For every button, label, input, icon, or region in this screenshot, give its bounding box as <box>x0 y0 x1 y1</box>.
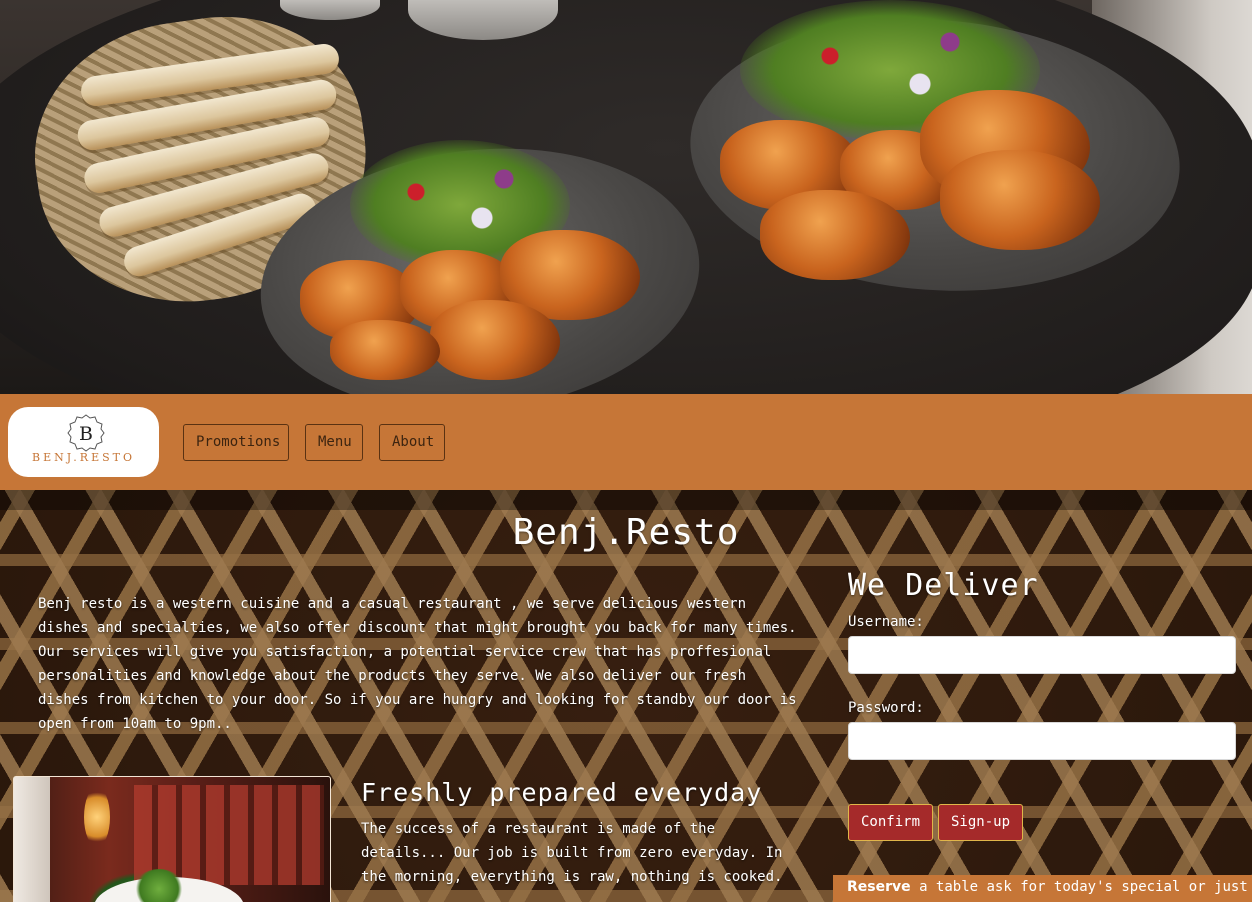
signup-button[interactable]: Sign-up <box>938 804 1024 841</box>
intro-paragraph: Benj resto is a western cuisine and a ca… <box>38 596 797 732</box>
page-title: Benj.Resto <box>512 512 740 553</box>
hero-food-image <box>0 0 1252 394</box>
logo-seal-icon: B <box>67 414 105 452</box>
confirm-button[interactable]: Confirm <box>848 804 934 841</box>
delivery-heading: We Deliver <box>848 568 1039 603</box>
nav-menu-button[interactable]: Menu <box>305 424 363 461</box>
photo-garnish <box>134 869 184 902</box>
photo-lamp <box>84 787 110 847</box>
reserve-text: a table ask for today's special or just <box>910 879 1248 895</box>
fresh-heading: Freshly prepared everyday <box>361 778 763 807</box>
reserve-strong: Reserve <box>847 879 911 895</box>
logo-monogram: B <box>79 423 93 445</box>
username-input[interactable] <box>848 636 1236 674</box>
main-section: Benj.Resto Benj resto is a western cuisi… <box>0 490 1252 902</box>
password-label: Password: <box>848 700 924 716</box>
nav-about-button[interactable]: About <box>379 424 445 461</box>
logo-wordmark: BENJ.RESTO <box>32 451 135 464</box>
reserve-banner: Reserve a table ask for today's special … <box>833 875 1252 902</box>
hero-fritter <box>760 190 910 280</box>
top-navbar: B BENJ.RESTO Promotions Menu About <box>0 394 1252 490</box>
section-top-shade <box>0 490 1252 510</box>
photo-chef-sleeve <box>14 777 50 902</box>
hero-fritter <box>430 300 560 380</box>
hero-fritter <box>940 150 1100 250</box>
password-input[interactable] <box>848 722 1236 760</box>
hero-fritter <box>330 320 440 380</box>
chef-photo <box>13 776 331 902</box>
username-label: Username: <box>848 614 924 630</box>
fresh-paragraph: The success of a restaurant is made of t… <box>361 821 783 885</box>
brand-logo[interactable]: B BENJ.RESTO <box>8 407 159 477</box>
nav-promotions-button[interactable]: Promotions <box>183 424 289 461</box>
